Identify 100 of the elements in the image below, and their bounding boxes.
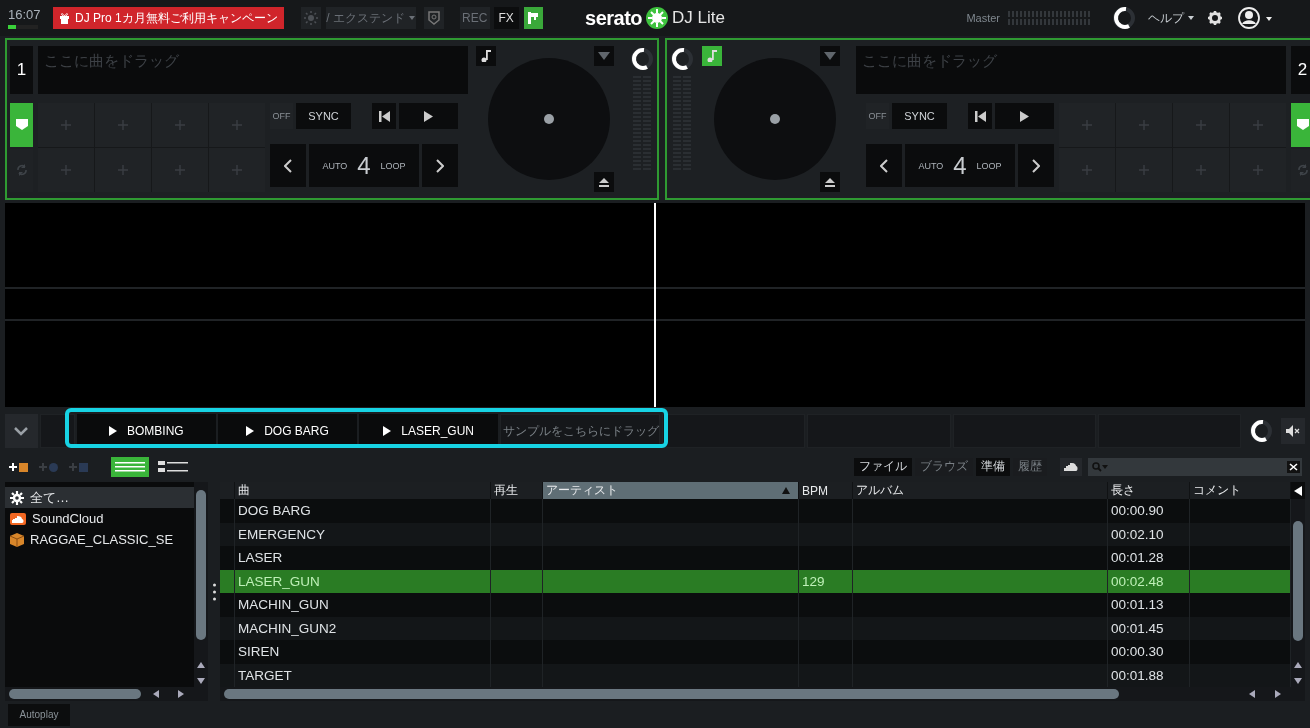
extension-button[interactable]: [523, 7, 543, 29]
chevron-left-icon: [880, 158, 888, 173]
pad-mode-button[interactable]: [1291, 103, 1310, 147]
loop-double-button[interactable]: [422, 144, 458, 187]
arrow-left-icon[interactable]: [152, 690, 159, 698]
loop-size: 4: [953, 151, 967, 180]
clear-icon[interactable]: [1287, 460, 1300, 473]
previous-button[interactable]: [968, 103, 992, 129]
plus-icon: [118, 165, 128, 175]
arrow-right-icon[interactable]: [178, 690, 185, 698]
pad-mode-button[interactable]: [10, 103, 33, 147]
caret-icon: [409, 16, 416, 20]
detailed-list-icon: [158, 460, 188, 473]
sync-button[interactable]: SYNC: [892, 103, 947, 129]
gain-knob[interactable]: [630, 46, 654, 72]
plus-icon: [1082, 120, 1092, 130]
simple-list-icon: [115, 461, 145, 472]
waveform-button[interactable]: [594, 46, 614, 66]
arrow-right-icon[interactable]: [1275, 690, 1281, 698]
arrow-left-icon[interactable]: [1294, 485, 1302, 496]
arrow-down-icon[interactable]: [197, 678, 205, 684]
arrow-up-icon[interactable]: [197, 662, 205, 668]
soundcloud-button[interactable]: [1060, 457, 1082, 476]
loop-double-button[interactable]: [1018, 144, 1054, 187]
deck-number: 2: [1291, 46, 1310, 94]
mute-button[interactable]: [1281, 418, 1305, 444]
table-row[interactable]: TARGET 00:01.88: [220, 663, 1291, 687]
settings-icon[interactable]: [1208, 11, 1222, 25]
sort-arrow-icon: [782, 487, 790, 494]
avatar-icon[interactable]: [1238, 7, 1272, 29]
table-row[interactable]: LASER_GUN 129 00:02.48: [220, 569, 1291, 593]
browser-tab[interactable]: 準備: [976, 457, 1010, 476]
scrollbar[interactable]: [194, 482, 208, 687]
arrow-up-icon[interactable]: [1294, 662, 1302, 668]
scrollbar[interactable]: [220, 687, 1305, 701]
skip-back-icon: [974, 110, 986, 122]
resize-handle-icon[interactable]: [212, 582, 216, 601]
key-lock-button[interactable]: [476, 46, 496, 66]
collapse-button[interactable]: [5, 414, 38, 448]
chevron-right-icon: [436, 158, 444, 173]
play-icon: [1020, 110, 1029, 122]
eject-icon: [825, 177, 835, 187]
play-icon: [424, 110, 433, 122]
master-gain-knob[interactable]: [1112, 5, 1136, 31]
view-mode-button[interactable]: [111, 456, 149, 477]
eject-button[interactable]: [594, 172, 614, 192]
waveform-button[interactable]: [820, 46, 840, 66]
center-dot-icon: [544, 114, 554, 124]
gain-knob[interactable]: [670, 46, 694, 72]
previous-button[interactable]: [372, 103, 396, 129]
plus-icon: [1139, 165, 1149, 175]
product-name: DJ Lite: [672, 8, 725, 28]
sync-button[interactable]: SYNC: [296, 103, 351, 129]
cloud-icon: [1064, 462, 1078, 471]
chevron-left-icon: [284, 158, 292, 173]
table-cell: LASER: [235, 546, 491, 570]
loop-halve-button[interactable]: [270, 144, 306, 187]
clock: 16:07: [8, 7, 42, 22]
scrollbar[interactable]: [1291, 499, 1305, 687]
eject-button[interactable]: [820, 172, 840, 192]
sample-slot[interactable]: [662, 414, 806, 448]
quantize-button[interactable]: [423, 7, 444, 29]
column-header[interactable]: アーティスト: [543, 482, 799, 499]
sun-icon: [303, 11, 318, 25]
crate-item[interactable]: RAGGAE_CLASSIC_SE: [5, 529, 194, 550]
crate-item[interactable]: 全て…: [5, 487, 194, 508]
browser-tab[interactable]: ファイル: [854, 457, 912, 476]
search-field[interactable]: [1088, 457, 1302, 476]
plus-icon: [1082, 165, 1092, 175]
plus-icon: [118, 120, 128, 130]
wedge-icon: [598, 52, 610, 60]
table-row[interactable]: MACHIN_GUN2 00:01.45: [220, 616, 1291, 640]
center-dot-icon: [770, 114, 780, 124]
plus-icon: [1253, 165, 1263, 175]
autoplay-button[interactable]: Autoplay: [8, 703, 70, 726]
play-button[interactable]: [399, 103, 458, 129]
crate-icon: [10, 532, 24, 547]
shield-icon: [427, 11, 440, 25]
table-cell: 00:01.13: [1108, 593, 1190, 617]
fx-button[interactable]: FX: [493, 7, 519, 29]
loop-halve-button[interactable]: [866, 144, 902, 187]
play-button[interactable]: [995, 103, 1054, 129]
table-row[interactable]: EMERGENCY 00:02.10: [220, 522, 1291, 546]
scrollbar[interactable]: [5, 687, 208, 701]
music-note-icon: [707, 50, 717, 62]
help-menu[interactable]: ヘルプ: [1148, 9, 1194, 27]
skip-back-icon: [378, 110, 390, 122]
plus-icon: [61, 165, 71, 175]
arrow-down-icon[interactable]: [1294, 678, 1302, 684]
arrow-left-icon[interactable]: [1249, 690, 1255, 698]
cloud-icon: [10, 512, 26, 525]
wedge-icon: [824, 52, 836, 60]
loop-mode-label: AUTO: [918, 160, 944, 171]
plus-icon: [175, 165, 185, 175]
music-note-icon: [481, 50, 491, 62]
sampler-volume-knob[interactable]: [1249, 418, 1273, 444]
crate-item[interactable]: SoundCloud: [5, 508, 194, 529]
promo-button[interactable]: DJ Pro 1カ月無料ご利用キャンペーン: [53, 7, 284, 29]
mute-icon: [1286, 425, 1300, 437]
cue-icon: [1296, 119, 1309, 131]
